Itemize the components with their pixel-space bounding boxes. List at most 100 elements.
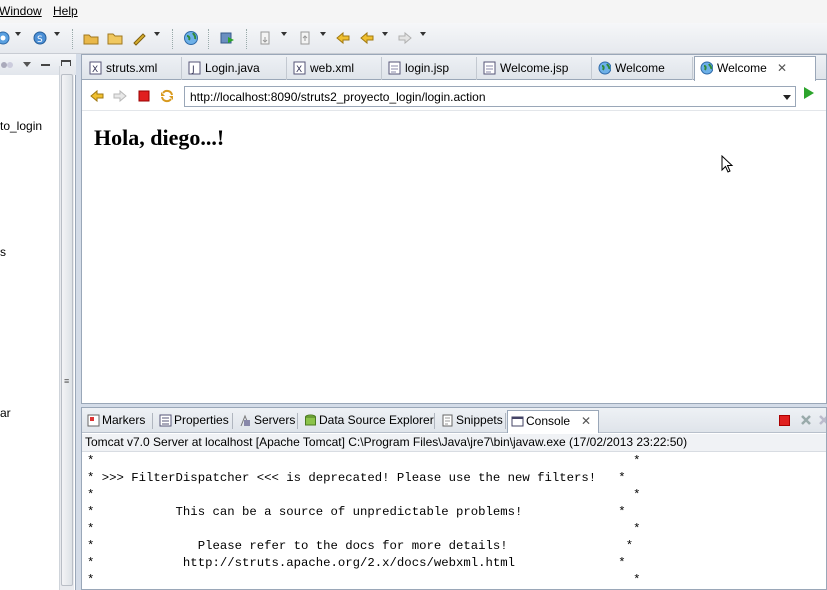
scrollbar-thumb[interactable] (61, 74, 73, 586)
tab-label: Snippets (456, 413, 503, 427)
tab-separator (232, 413, 233, 429)
tab-markers[interactable]: Markers (84, 412, 145, 430)
remove-all-icon[interactable] (818, 414, 826, 426)
bottom-tab-bar: Markers Properties Servers Data Source E… (82, 408, 826, 433)
terminate-icon[interactable] (779, 415, 790, 426)
tab-console[interactable]: Console ✕ (507, 410, 599, 433)
menu-window[interactable]: Window (0, 4, 42, 18)
menu-help[interactable]: Help (53, 4, 78, 18)
run-on-server-icon[interactable] (218, 29, 236, 47)
tab-welcome-active[interactable]: Welcome ✕ (694, 56, 816, 81)
tab-label: Login.java (205, 61, 260, 75)
chevron-down-icon[interactable] (420, 32, 426, 36)
page-heading: Hola, diego...! (94, 125, 225, 150)
forward-icon[interactable] (396, 29, 414, 47)
tab-label: Welcome.jsp (500, 61, 569, 75)
properties-icon (159, 414, 172, 427)
tree-item[interactable]: s (0, 245, 6, 259)
last-edit-location-icon[interactable] (334, 29, 352, 47)
console-line: * This can be a source of unpredictable … (87, 505, 626, 519)
tab-welcome-browser[interactable]: Welcome (593, 57, 693, 80)
pen-icon[interactable] (130, 29, 148, 47)
forward-icon[interactable] (112, 88, 128, 104)
next-annotation-icon[interactable] (256, 29, 274, 47)
chevron-down-icon[interactable] (23, 62, 31, 67)
browser-toolbar: http://localhost:8090/struts2_proyecto_l… (82, 81, 826, 111)
database-icon (305, 414, 316, 426)
snippets-icon (442, 414, 453, 427)
console-description: Tomcat v7.0 Server at localhost [Apache … (82, 434, 826, 452)
url-input[interactable]: http://localhost:8090/struts2_proyecto_l… (184, 86, 796, 107)
chevron-down-icon[interactable] (281, 32, 287, 36)
chevron-down-icon[interactable] (15, 32, 21, 36)
new-wizard-icon[interactable] (0, 29, 12, 47)
xml-file-icon: X (293, 61, 306, 75)
tab-separator (297, 413, 298, 429)
tab-servers[interactable]: Servers (236, 412, 295, 430)
tab-login-jsp[interactable]: login.jsp (383, 57, 477, 80)
chevron-down-icon[interactable] (54, 32, 60, 36)
tab-label: Welcome (717, 61, 767, 75)
console-line: * >>> FilterDispatcher <<< is deprecated… (87, 471, 626, 485)
jsp-file-icon (483, 61, 496, 75)
tab-label: Markers (102, 413, 146, 427)
open-project-icon[interactable] (82, 29, 100, 47)
chevron-down-icon[interactable] (382, 32, 388, 36)
tab-label: Console (526, 414, 571, 428)
console-line: * http://struts.apache.org/2.x/docs/webx… (87, 556, 626, 570)
close-icon[interactable]: ✕ (581, 413, 591, 430)
globe-icon (598, 61, 611, 75)
tab-label: login.jsp (405, 61, 450, 75)
tab-welcome-jsp[interactable]: Welcome.jsp (478, 57, 592, 80)
stop-icon[interactable] (136, 88, 152, 104)
mouse-cursor-icon (721, 155, 734, 173)
chevron-down-icon[interactable] (154, 32, 160, 36)
console-line: * * (87, 454, 641, 468)
vertical-scrollbar[interactable]: ≡ (59, 66, 74, 590)
editor-area: X struts.xml J Login.java X web.xml logi… (81, 54, 827, 404)
java-file-icon: J (188, 61, 201, 75)
xml-file-icon: X (89, 61, 102, 75)
globe-icon (700, 61, 713, 75)
toolbar-separator (246, 29, 247, 49)
refresh-icon[interactable] (159, 88, 175, 104)
tab-label: Servers (254, 413, 296, 427)
new-server-icon[interactable]: S (31, 29, 49, 47)
tab-separator (434, 413, 435, 429)
tab-label: struts.xml (106, 61, 158, 75)
toolbar-separator (72, 29, 73, 49)
tab-login-java[interactable]: J Login.java (183, 57, 287, 80)
tab-data-source-explorer[interactable]: Data Source Explorer (301, 412, 434, 430)
console-icon (511, 416, 524, 427)
console-line: * * (87, 488, 641, 502)
svg-text:S: S (37, 35, 43, 45)
minimize-icon[interactable] (41, 64, 50, 66)
close-icon[interactable]: ✕ (777, 57, 787, 79)
tab-label: Properties (174, 413, 229, 427)
tab-label: Data Source Explorer (319, 413, 434, 427)
tab-label: Welcome (615, 61, 665, 75)
browser-page: Hola, diego...! (82, 112, 826, 402)
chevron-down-icon[interactable] (320, 32, 326, 36)
view-menu-icon[interactable] (0, 58, 16, 72)
globe-icon[interactable] (182, 29, 200, 47)
tab-snippets[interactable]: Snippets (438, 412, 503, 430)
tab-separator (505, 413, 506, 429)
open-folder-icon[interactable] (106, 29, 124, 47)
tab-struts-xml[interactable]: X struts.xml (84, 57, 182, 80)
tab-properties[interactable]: Properties (156, 412, 229, 430)
remove-launch-icon[interactable] (800, 414, 812, 426)
chevron-down-icon[interactable] (783, 95, 791, 100)
menu-bar: Window Help (0, 0, 827, 23)
console-output[interactable]: * * * >>> FilterDispatcher <<< is deprec… (82, 453, 826, 590)
tree-item[interactable]: to_login (0, 119, 42, 133)
go-icon[interactable] (804, 87, 814, 99)
tree-item[interactable]: ar (0, 406, 11, 420)
back-icon[interactable] (358, 29, 376, 47)
back-icon[interactable] (89, 88, 105, 104)
previous-annotation-icon[interactable] (296, 29, 314, 47)
svg-text:X: X (92, 65, 98, 75)
tab-web-xml[interactable]: X web.xml (288, 57, 382, 80)
tab-label: web.xml (310, 61, 355, 75)
console-panel: Markers Properties Servers Data Source E… (81, 407, 827, 590)
